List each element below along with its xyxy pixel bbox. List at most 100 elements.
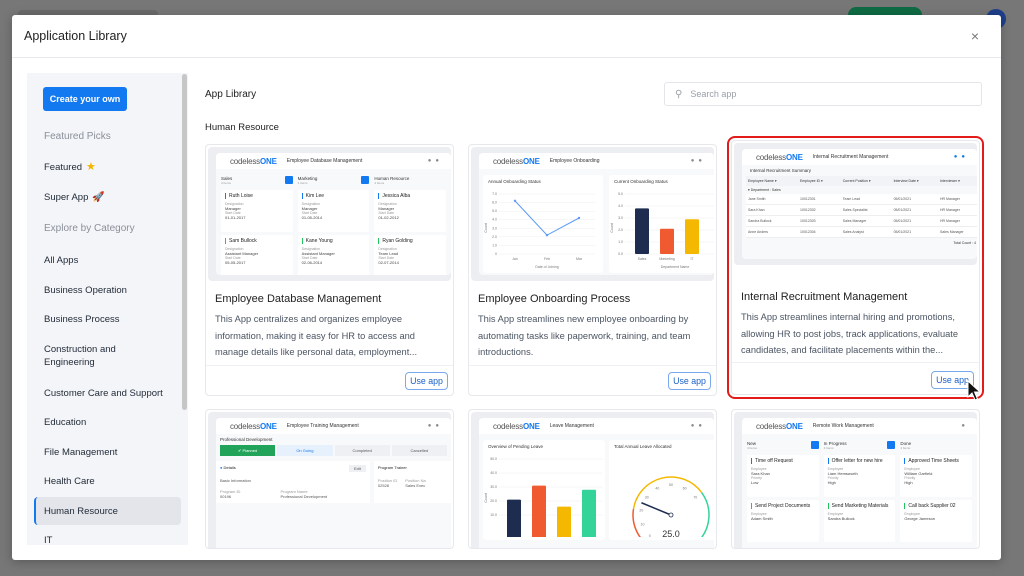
y-tick-label: 1.0	[618, 240, 623, 244]
search-input[interactable]	[690, 89, 951, 99]
preview-app-name: Leave Management	[549, 423, 594, 429]
line-chart-panel: Annual Onboarding Status 0 1.0 2.0 3.0 4.0 5.…	[483, 175, 603, 273]
sidebar-item-file-management[interactable]: File Management	[44, 446, 117, 459]
preview-table-title: Internal Recruitment Summary	[750, 168, 812, 173]
sidebar-item-business-process[interactable]: Business Process	[44, 313, 120, 326]
kanban-card: Send Marketing Materials Employee Sandra B…	[823, 500, 896, 542]
close-icon[interactable]: ×	[965, 28, 985, 44]
app-preview: codelessONE Internal Recruitment Manageme…	[734, 143, 977, 265]
sidebar-item-construction-and-engineering[interactable]: Construction and Engineering	[44, 343, 144, 369]
preview-app-name: Employee Onboarding	[549, 158, 600, 164]
y-tick-label: 2.0	[492, 235, 497, 239]
sidebar-item-all-apps[interactable]: All Apps	[44, 254, 78, 267]
codelessone-logo: codelessONE	[756, 421, 803, 431]
sidebar-item-customer-care-and-support[interactable]: Customer Care and Support	[44, 387, 163, 400]
app-card-employee-database[interactable]: codelessONE Employee Database Management ●…	[205, 144, 454, 396]
app-card-title: Internal Recruitment Management	[741, 291, 908, 303]
bar	[660, 228, 674, 254]
star-icon: ★	[86, 161, 96, 173]
line-chart-title: Annual Onboarding Status	[488, 179, 541, 184]
x-tick-label: IT	[690, 257, 694, 261]
app-preview: codelessONE Employee Onboarding ●● Annual …	[471, 147, 714, 281]
table-cell: Sales Manager	[842, 219, 867, 223]
x-tick-label: Jan	[512, 257, 518, 261]
group-row: ▾ Department : Sales	[746, 186, 977, 194]
app-library-title: App Library	[205, 89, 257, 100]
sidebar-item-it[interactable]: IT	[44, 534, 52, 545]
section-title: Human Resource	[205, 122, 279, 133]
gauge-tick-label: 40	[655, 486, 659, 490]
y-axis-label: Count	[610, 223, 614, 232]
settings-icon: ●●	[427, 158, 443, 164]
use-app-button[interactable]: Use app	[668, 372, 711, 390]
search-box[interactable]: ⚲	[664, 82, 982, 106]
table-cell: Sales Specialist	[842, 208, 868, 212]
app-card-employee-training[interactable]: codelessONE Employee Training Management ●…	[205, 409, 454, 549]
y-tick-label: 0	[495, 252, 497, 256]
bar	[532, 485, 546, 543]
preview-app-name: Employee Database Management	[286, 158, 363, 164]
kanban-card: Ryan Golding Designation Team Lead Start Da…	[374, 235, 447, 275]
kanban-column: In Progress 4 Items Offer letter for new …	[823, 438, 896, 542]
table-cell: 05/01/2021	[893, 208, 912, 212]
column-header: Current Position ▾	[842, 179, 871, 183]
bar	[635, 208, 649, 254]
table-row: Jane Smith 10012301 Team Lead 05/01/2021 HR …	[746, 194, 977, 205]
codelessone-logo: codelessONE	[230, 421, 277, 431]
y-tick-label: 5.0	[618, 192, 623, 196]
bar	[507, 499, 521, 543]
add-icon	[361, 176, 370, 184]
bar-chart-title: Current Onboarding Status	[614, 179, 668, 184]
y-tick-label: 4.0	[492, 218, 497, 222]
bar	[685, 219, 699, 254]
y-tick-label: 0.0	[618, 252, 623, 256]
leave-gauge: 0 10 20 30 40 50 60 70 25.0	[632, 476, 710, 543]
app-card-employee-onboarding[interactable]: codelessONE Employee Onboarding ●● Annual …	[468, 144, 717, 396]
settings-icon: ●●	[690, 158, 706, 164]
use-app-button[interactable]: Use app	[405, 372, 448, 390]
table-cell: HR Manager	[940, 197, 960, 201]
kanban-card: Kim Lee Designation Manager Start Date 01-05…	[297, 190, 370, 232]
table-cell: Jane Smith	[748, 197, 766, 201]
sidebar-item-super-app[interactable]: Super App 🚀	[44, 191, 105, 204]
kanban-column: Human Resource 4 Items Jessica Alba Design…	[374, 173, 447, 275]
sidebar-item-featured[interactable]: Featured ★	[44, 161, 96, 174]
kanban-card: Kane Young Designation Assistant Manager St…	[297, 235, 370, 275]
sidebar-item-education[interactable]: Education	[44, 416, 86, 429]
kanban-card: Approved Time Sheets Employee William Garf…	[900, 455, 973, 497]
sidebar-item-health-care[interactable]: Health Care	[44, 475, 95, 488]
preview-app-name: Remote Work Management	[812, 423, 874, 429]
gauge-readout: 25.0	[662, 529, 680, 537]
app-card-remote-work[interactable]: codelessONE Remote Work Management ● New 4 …	[731, 409, 980, 549]
app-card-leave-management[interactable]: codelessONE Leave Management ●● Overview o…	[468, 409, 717, 549]
sidebar-item-label: Super App	[44, 192, 89, 203]
table-cell: 10012301	[800, 197, 816, 201]
sidebar-item-business-operation[interactable]: Business Operation	[44, 284, 127, 297]
app-card-internal-recruitment[interactable]: codelessONE Internal Recruitment Manageme…	[727, 136, 984, 399]
app-preview: codelessONE Leave Management ●● Overview o…	[471, 412, 714, 548]
avatar-icon: ●●	[953, 154, 969, 160]
column-header: Interview Date ▾	[893, 179, 919, 183]
application-library-dialog: Application Library × Create your own Fe…	[12, 15, 1001, 560]
data-point	[513, 199, 517, 203]
y-tick-label: 4.0	[618, 204, 623, 208]
table-footer: Total Count : 4	[953, 241, 976, 245]
app-card-description: This App centralizes and organizes emplo…	[215, 314, 418, 357]
sidebar-item-human-resource[interactable]: Human Resource	[34, 497, 181, 525]
column-header: Interviewer ▾	[940, 179, 960, 183]
sidebar-scrollbar[interactable]	[182, 74, 187, 410]
app-card-description: This App streamlines internal hiring and…	[741, 312, 959, 355]
y-tick-label: 7.0	[492, 192, 497, 196]
gauge-tick-label: 10	[641, 522, 645, 526]
bar-chart: 0.0 1.0 2.0 3.0 4.0 5.0 Sales Marketing ITDepart…	[610, 192, 714, 269]
explore-by-category-heading: Explore by Category	[44, 223, 135, 234]
kanban-card: Jessica Alba Designation Manager Start Date…	[374, 190, 447, 232]
gauge-tick-label: 70	[693, 495, 697, 499]
table-cell: Anne Anders	[748, 230, 769, 234]
y-axis-label: Count	[484, 223, 488, 232]
table-header-row: Employee Name ▾ Employee ID ▾ Current Posi…	[746, 176, 977, 186]
leave-bar-chart: 10.0 20.0 30.0 40.0 50.0 Count	[484, 457, 603, 543]
progress-steps: ✔ Planned On Going Completed Cancelled	[216, 445, 451, 456]
create-your-own-button[interactable]: Create your own	[43, 87, 127, 111]
y-tick-label: 10.0	[490, 513, 497, 517]
